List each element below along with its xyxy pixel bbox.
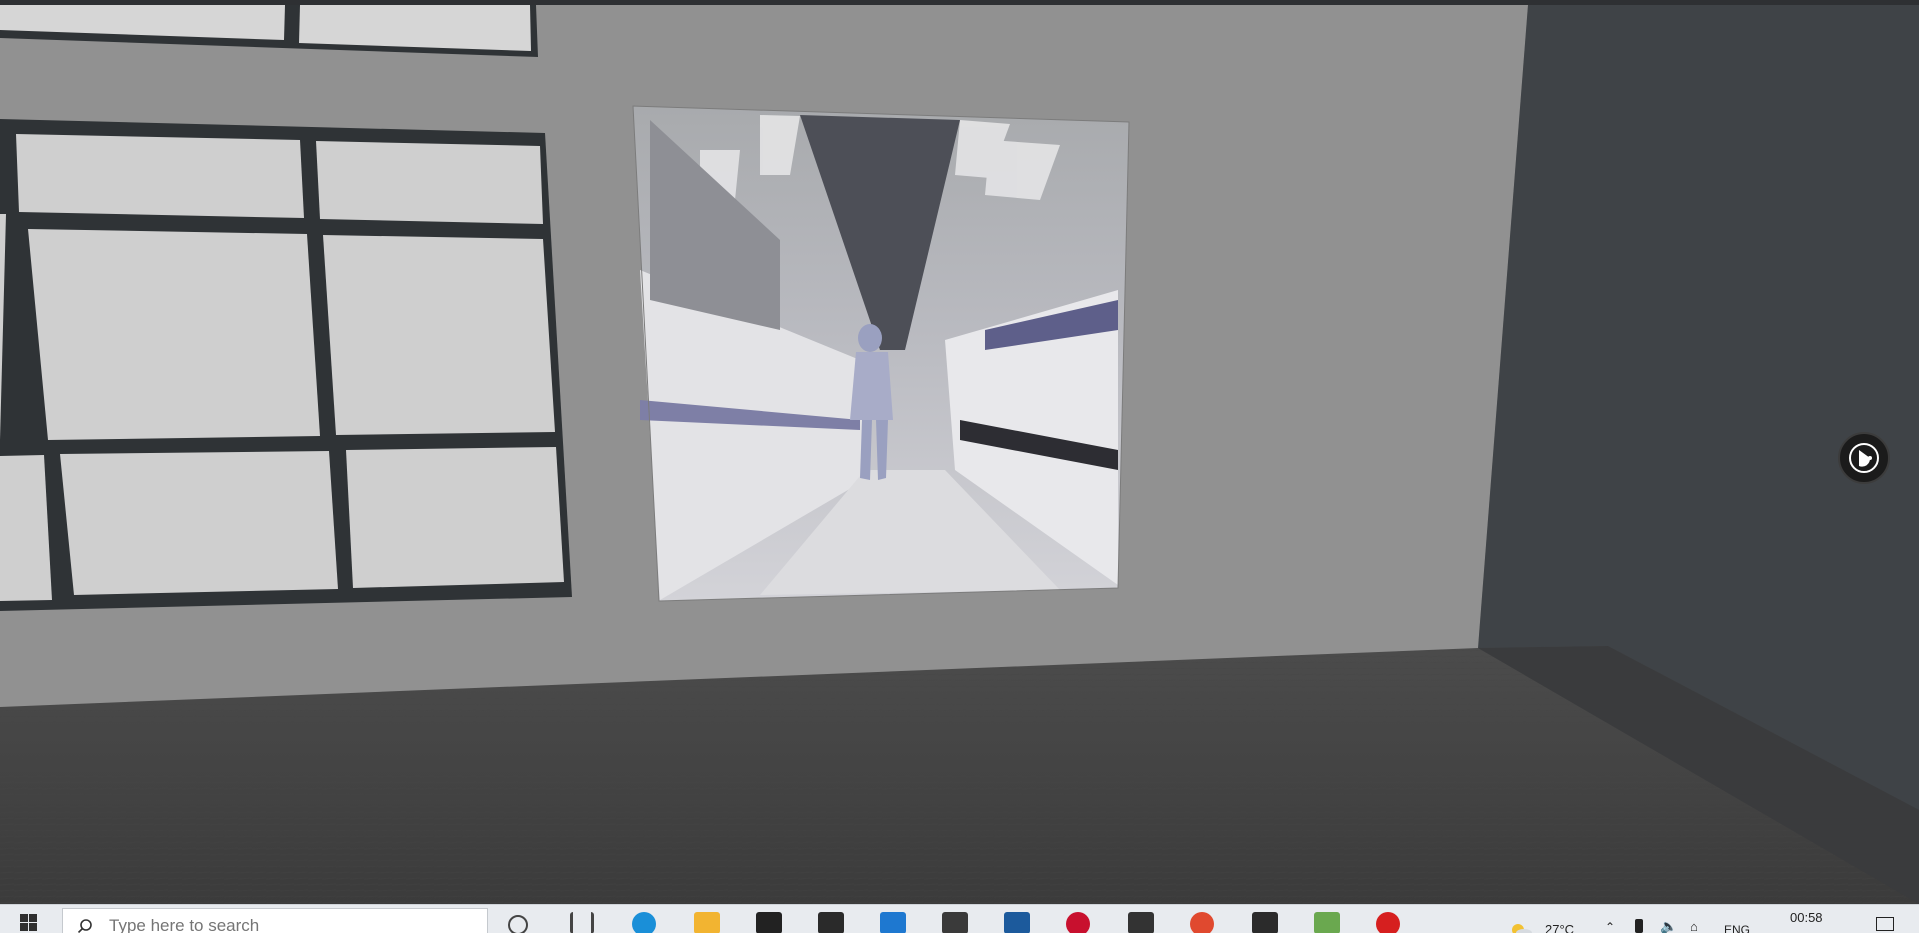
weather-temperature[interactable]: 27°C — [1545, 922, 1574, 933]
store-icon[interactable] — [1128, 912, 1154, 933]
virtualbox-icon[interactable] — [1004, 912, 1030, 933]
windows-start-button[interactable] — [8, 911, 38, 933]
vr-headset-icon — [1849, 443, 1879, 473]
record-icon[interactable] — [1376, 912, 1400, 933]
gc-app-icon[interactable] — [1252, 912, 1278, 933]
cortana-icon[interactable] — [508, 915, 528, 933]
chevron-up-icon[interactable]: ⌃ — [1605, 920, 1615, 933]
chrome-icon[interactable] — [1190, 912, 1214, 933]
mail-icon[interactable] — [880, 912, 906, 933]
notifications-icon[interactable] — [1876, 917, 1894, 931]
file-explorer-icon[interactable] — [694, 912, 720, 933]
search-input[interactable] — [107, 915, 481, 933]
red-app-icon[interactable] — [1066, 912, 1090, 933]
task-view-icon[interactable] — [570, 912, 594, 933]
battery-pen-icon[interactable] — [1635, 919, 1643, 933]
kite-icon[interactable] — [1314, 912, 1340, 933]
edge-icon[interactable] — [632, 912, 656, 933]
dropbox-icon[interactable] — [756, 912, 782, 933]
taskbar-search-box[interactable] — [62, 908, 488, 933]
room-render — [0, 5, 1919, 904]
volume-icon[interactable]: 🔈 — [1660, 918, 1677, 933]
taskbar: 27°C ⌃ 🔈 ⌂ ENG 00:58 — [0, 904, 1919, 933]
language-indicator[interactable]: ENG — [1724, 923, 1750, 933]
sticky-app-icon[interactable] — [942, 912, 968, 933]
notion-icon[interactable] — [818, 912, 844, 933]
clock-time[interactable]: 00:58 — [1790, 910, 1823, 925]
search-icon — [77, 919, 92, 933]
wall-photo — [632, 105, 1130, 602]
3d-viewport[interactable] — [0, 0, 1919, 904]
network-icon[interactable]: ⌂ — [1690, 919, 1698, 933]
windows-logo-icon — [20, 914, 37, 931]
weather-icon[interactable] — [1510, 921, 1532, 933]
window — [0, 119, 572, 611]
vr-mode-button[interactable] — [1838, 432, 1890, 484]
